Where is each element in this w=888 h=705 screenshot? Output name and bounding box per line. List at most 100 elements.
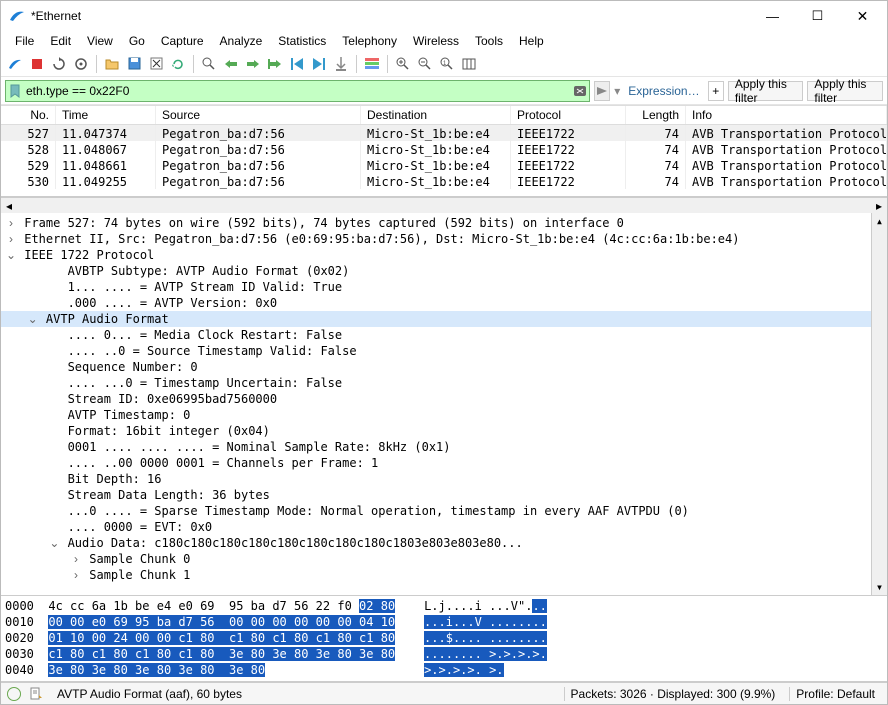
menu-telephony[interactable]: Telephony <box>334 32 405 50</box>
maximize-button[interactable]: ☐ <box>795 2 840 30</box>
hex-row[interactable]: 0000 4c cc 6a 1b be e4 e0 69 95 ba d7 56… <box>5 598 883 614</box>
find-icon[interactable] <box>199 54 219 74</box>
packet-list-header: No. Time Source Destination Protocol Len… <box>1 105 887 125</box>
save-file-icon[interactable] <box>124 54 144 74</box>
menu-wireless[interactable]: Wireless <box>405 32 467 50</box>
packet-list[interactable]: 52711.047374Pegatron_ba:d7:56Micro-St_1b… <box>1 125 887 197</box>
scroll-down-icon[interactable]: ▾ <box>872 579 887 595</box>
tree-node[interactable]: ...0 .... = Sparse Timestamp Mode: Norma… <box>1 503 887 519</box>
col-no[interactable]: No. <box>1 106 56 124</box>
scroll-left-icon[interactable]: ◂ <box>1 199 17 213</box>
tree-node[interactable]: › Sample Chunk 0 <box>1 551 887 567</box>
menu-capture[interactable]: Capture <box>153 32 212 50</box>
col-source[interactable]: Source <box>156 106 361 124</box>
tree-node[interactable]: › Frame 527: 74 bytes on wire (592 bits)… <box>1 215 887 231</box>
add-filter-button[interactable]: + <box>708 81 724 101</box>
go-first-icon[interactable] <box>287 54 307 74</box>
options-icon[interactable] <box>71 54 91 74</box>
resize-columns-icon[interactable] <box>459 54 479 74</box>
tree-node[interactable]: › Ethernet II, Src: Pegatron_ba:d7:56 (e… <box>1 231 887 247</box>
open-file-icon[interactable] <box>102 54 122 74</box>
stop-capture-icon[interactable] <box>27 54 47 74</box>
filter-clear-icon[interactable] <box>571 84 589 98</box>
col-time[interactable]: Time <box>56 106 156 124</box>
window-title: *Ethernet <box>31 9 750 23</box>
packet-bytes[interactable]: 0000 4c cc 6a 1b be e4 e0 69 95 ba d7 56… <box>1 596 887 682</box>
colorize-icon[interactable] <box>362 54 382 74</box>
tree-node[interactable]: Stream Data Length: 36 bytes <box>1 487 887 503</box>
packet-row[interactable]: 52911.048661Pegatron_ba:d7:56Micro-St_1b… <box>1 157 887 173</box>
menu-analyze[interactable]: Analyze <box>212 32 271 50</box>
tree-node[interactable]: 1... .... = AVTP Stream ID Valid: True <box>1 279 887 295</box>
menu-edit[interactable]: Edit <box>42 32 79 50</box>
tree-node[interactable]: 0001 .... .... .... = Nominal Sample Rat… <box>1 439 887 455</box>
expression-link[interactable]: Expression… <box>624 84 703 98</box>
tree-node[interactable]: .000 .... = AVTP Version: 0x0 <box>1 295 887 311</box>
expert-info-icon[interactable] <box>7 687 21 701</box>
status-packets: Packets: 3026 · Displayed: 300 (9.9%) <box>564 687 782 701</box>
autoscroll-icon[interactable] <box>331 54 351 74</box>
zoom-out-icon[interactable] <box>415 54 435 74</box>
scroll-right-icon[interactable]: ▸ <box>871 199 887 213</box>
tree-node[interactable]: .... 0000 = EVT: 0x0 <box>1 519 887 535</box>
jump-to-icon[interactable] <box>265 54 285 74</box>
reload-icon[interactable] <box>168 54 188 74</box>
packet-row[interactable]: 52811.048067Pegatron_ba:d7:56Micro-St_1b… <box>1 141 887 157</box>
app-icon <box>9 8 25 24</box>
tree-node[interactable]: Stream ID: 0xe06995bad7560000 <box>1 391 887 407</box>
minimize-button[interactable]: — <box>750 2 795 30</box>
status-profile[interactable]: Profile: Default <box>789 687 881 701</box>
tree-node[interactable]: ⌄ AVTP Audio Format <box>1 311 887 327</box>
go-forward-icon[interactable] <box>243 54 263 74</box>
hex-row[interactable]: 0020 01 10 00 24 00 00 c1 80 c1 80 c1 80… <box>5 630 883 646</box>
tree-node[interactable]: › Sample Chunk 1 <box>1 567 887 583</box>
tree-node[interactable]: AVTP Timestamp: 0 <box>1 407 887 423</box>
menu-statistics[interactable]: Statistics <box>270 32 334 50</box>
menu-help[interactable]: Help <box>511 32 552 50</box>
col-destination[interactable]: Destination <box>361 106 511 124</box>
hex-row[interactable]: 0040 3e 80 3e 80 3e 80 3e 80 3e 80 >.>.>… <box>5 662 883 678</box>
zoom-in-icon[interactable] <box>393 54 413 74</box>
tree-node[interactable]: .... 0... = Media Clock Restart: False <box>1 327 887 343</box>
tree-node[interactable]: .... ...0 = Timestamp Uncertain: False <box>1 375 887 391</box>
tree-node[interactable]: ⌄ Audio Data: c180c180c180c180c180c180c1… <box>1 535 887 551</box>
packet-row[interactable]: 53011.049255Pegatron_ba:d7:56Micro-St_1b… <box>1 173 887 189</box>
restart-capture-icon[interactable] <box>49 54 69 74</box>
apply-filter-2-button[interactable]: Apply this filter <box>807 81 883 101</box>
zoom-reset-icon[interactable]: 1 <box>437 54 457 74</box>
filter-apply-arrow[interactable] <box>594 81 610 101</box>
display-filter-input[interactable] <box>24 84 571 98</box>
details-vscroll[interactable]: ▴ ▾ <box>871 213 887 595</box>
filter-bar: ▾ Expression… + Apply this filter Apply … <box>1 77 887 105</box>
tree-node[interactable]: Sequence Number: 0 <box>1 359 887 375</box>
close-button[interactable]: ✕ <box>840 2 885 30</box>
tree-node[interactable]: Format: 16bit integer (0x04) <box>1 423 887 439</box>
tree-node[interactable]: .... ..0 = Source Timestamp Valid: False <box>1 343 887 359</box>
tree-node[interactable]: AVBTP Subtype: AVTP Audio Format (0x02) <box>1 263 887 279</box>
filter-bookmark-icon[interactable] <box>6 84 24 98</box>
menu-file[interactable]: File <box>7 32 42 50</box>
go-back-icon[interactable] <box>221 54 241 74</box>
hex-row[interactable]: 0010 00 00 e0 69 95 ba d7 56 00 00 00 00… <box>5 614 883 630</box>
capture-file-properties-icon[interactable] <box>29 687 43 701</box>
hex-row[interactable]: 0030 c1 80 c1 80 c1 80 c1 80 3e 80 3e 80… <box>5 646 883 662</box>
tree-node[interactable]: Bit Depth: 16 <box>1 471 887 487</box>
tree-node[interactable]: .... ..00 0000 0001 = Channels per Frame… <box>1 455 887 471</box>
packet-list-hscroll[interactable]: ◂ ▸ <box>1 197 887 213</box>
menubar: File Edit View Go Capture Analyze Statis… <box>1 31 887 51</box>
tree-node[interactable]: ⌄ IEEE 1722 Protocol <box>1 247 887 263</box>
menu-tools[interactable]: Tools <box>467 32 511 50</box>
menu-view[interactable]: View <box>79 32 121 50</box>
col-length[interactable]: Length <box>626 106 686 124</box>
start-capture-icon[interactable] <box>5 54 25 74</box>
titlebar: *Ethernet — ☐ ✕ <box>1 1 887 31</box>
col-info[interactable]: Info <box>686 106 887 124</box>
packet-details[interactable]: ▴ ▾ › Frame 527: 74 bytes on wire (592 b… <box>1 213 887 596</box>
menu-go[interactable]: Go <box>121 32 153 50</box>
close-file-icon[interactable] <box>146 54 166 74</box>
col-protocol[interactable]: Protocol <box>511 106 626 124</box>
scroll-up-icon[interactable]: ▴ <box>872 213 887 229</box>
go-last-icon[interactable] <box>309 54 329 74</box>
packet-row[interactable]: 52711.047374Pegatron_ba:d7:56Micro-St_1b… <box>1 125 887 141</box>
apply-filter-1-button[interactable]: Apply this filter <box>728 81 804 101</box>
